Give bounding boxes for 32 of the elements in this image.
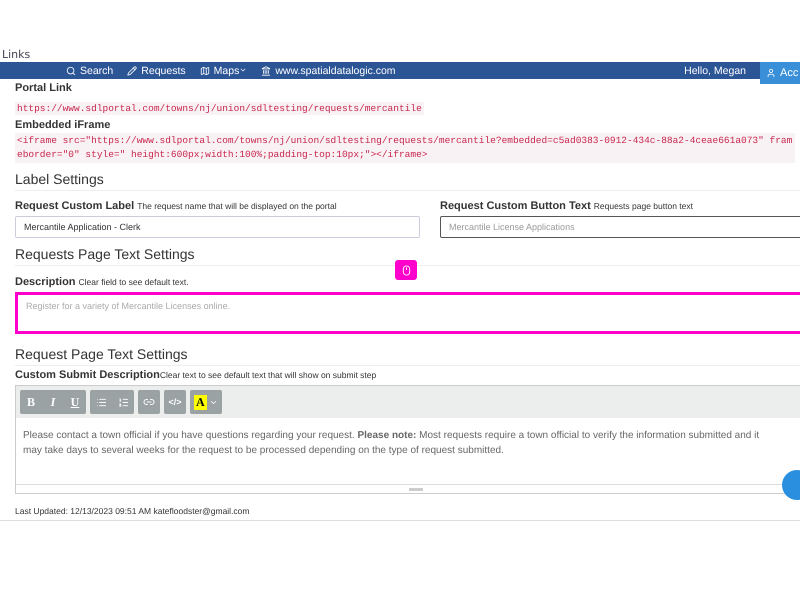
field-label: Request Custom Button Text Requests page button text <box>440 200 694 212</box>
section-title: Links <box>2 48 30 61</box>
user-greeting: Hello, Megan <box>684 64 746 76</box>
nav-link[interactable]: www.spatialdatalogic.com <box>261 64 396 76</box>
nav-link[interactable]: Search <box>66 64 114 76</box>
last-updated-text: Last Updated: 12/13/2023 09:51 AM katefloodster@gmail.com <box>15 506 250 516</box>
search-icon <box>66 66 76 76</box>
link-icon <box>143 396 155 408</box>
editor-text: Please contact a town official if you have questions regarding your request. Please note: Most requests require a town official to verify the information submitted and it may take days to several weeks for the request to be processed depending on the type of request submitted. <box>22 429 760 458</box>
field-label: Embedded iFrame <box>15 119 112 131</box>
pencil-icon <box>127 66 138 76</box>
nav-link[interactable]: Maps <box>200 64 248 76</box>
input-field[interactable]: Mercantile License Applications <box>440 216 800 238</box>
highlight-color-button[interactable]: A <box>190 390 222 414</box>
resize-handle[interactable] <box>409 488 423 490</box>
map-icon <box>200 66 210 76</box>
input-field[interactable]: Register for a variety of Mercantile Licenses online. <box>15 292 800 334</box>
nav-link[interactable]: Requests <box>127 64 186 76</box>
numbered-list-icon <box>118 396 128 408</box>
field-label: Description Clear field to see default text. <box>15 276 190 288</box>
field-label: Request Custom Label The request name that will be displayed on the portal <box>15 200 338 212</box>
user-icon <box>766 68 776 78</box>
code-snippet: <iframe src="https://www.sdlportal.com/towns/nj/union/sdltesting/requests/mercantile?embedded=c5ad0383-0912-434c-88a2-4ceae661a073" frameborder="0" style=" height:600px;width:100%;padding-top:10px;"></iframe> <box>15 133 795 163</box>
bank-icon <box>261 66 272 76</box>
field-label: Custom Submit DescriptionClear text to see default text that will show on submit step <box>15 369 378 381</box>
code-snippet: https://www.sdlportal.com/towns/nj/union/sdltesting/requests/mercantile <box>15 102 424 115</box>
rich-text-editor[interactable] <box>15 385 800 494</box>
mouse-icon <box>395 260 417 280</box>
input-field[interactable]: Mercantile Application - Clerk <box>15 216 420 238</box>
section-heading: Request Page Text Settings <box>15 346 800 366</box>
section-heading: Label Settings <box>15 171 800 191</box>
field-label: Portal Link <box>15 82 73 94</box>
